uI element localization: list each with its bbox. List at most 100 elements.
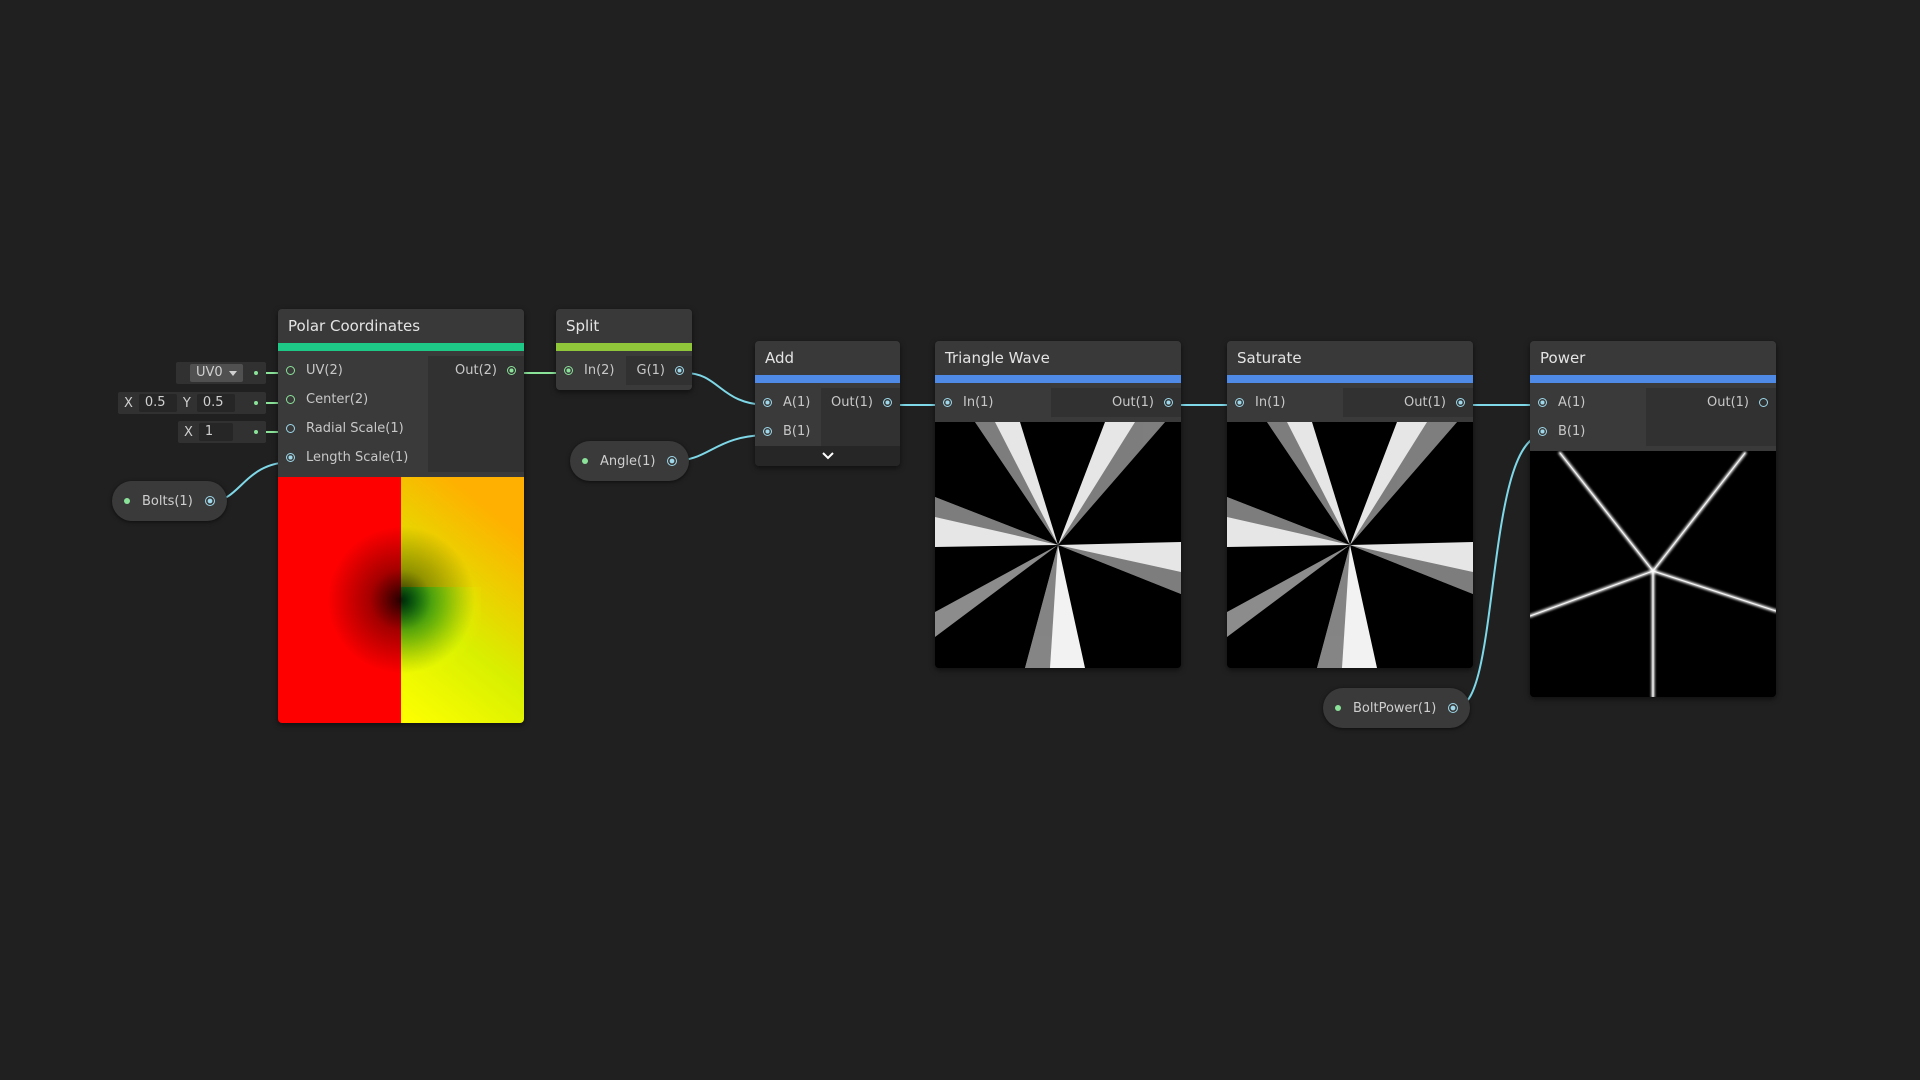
center-y-input[interactable]: 0.5 bbox=[196, 394, 235, 412]
port-a[interactable]: A(1) bbox=[755, 388, 821, 417]
expand-preview-button[interactable] bbox=[755, 446, 900, 466]
angle-output-port[interactable] bbox=[667, 456, 678, 466]
port-label: A(1) bbox=[783, 395, 811, 410]
port-out[interactable]: Out(2) bbox=[428, 356, 524, 385]
port-label: Radial Scale(1) bbox=[306, 421, 404, 436]
port-label: Out(1) bbox=[831, 395, 873, 410]
port-out[interactable]: Out(1) bbox=[1343, 388, 1473, 417]
port-label: B(1) bbox=[783, 424, 811, 439]
saturate-preview-image bbox=[1227, 422, 1473, 668]
input-port-icon[interactable] bbox=[943, 398, 952, 407]
input-port-icon[interactable] bbox=[763, 398, 772, 407]
port-label: B(1) bbox=[1558, 424, 1586, 439]
boltpower-property-node[interactable]: BoltPower(1) bbox=[1323, 688, 1471, 728]
port-in[interactable]: In(1) bbox=[935, 388, 1051, 417]
triangle-preview-image bbox=[935, 422, 1181, 668]
port-label: Out(1) bbox=[1112, 395, 1154, 410]
angle-property-node[interactable]: Angle(1) bbox=[570, 441, 690, 481]
uv-channel-value: UV0 bbox=[196, 365, 223, 380]
node-title[interactable]: Split bbox=[556, 309, 692, 343]
output-port-icon[interactable] bbox=[1759, 398, 1768, 407]
radial-scale-field[interactable]: X 1 bbox=[178, 421, 266, 443]
port-b[interactable]: B(1) bbox=[1530, 417, 1646, 446]
port-label: G(1) bbox=[636, 363, 666, 378]
property-indicator bbox=[582, 458, 588, 464]
input-port-icon[interactable] bbox=[1538, 398, 1547, 407]
port-label: Out(2) bbox=[455, 363, 497, 378]
triangle-preview bbox=[935, 422, 1181, 668]
input-port-icon[interactable] bbox=[286, 395, 295, 404]
output-port-icon[interactable] bbox=[675, 366, 684, 375]
triangle-wave-node[interactable]: Triangle Wave In(1) Out(1) bbox=[935, 341, 1181, 668]
input-port-icon[interactable] bbox=[286, 453, 295, 462]
uv-edge-dot bbox=[254, 371, 258, 375]
node-color-bar bbox=[1227, 375, 1473, 383]
property-indicator bbox=[1335, 705, 1341, 711]
boltpower-output-port[interactable] bbox=[1448, 703, 1459, 713]
port-label: Length Scale(1) bbox=[306, 450, 409, 465]
input-port-icon[interactable] bbox=[1235, 398, 1244, 407]
split-node[interactable]: Split In(2) G(1) bbox=[556, 309, 692, 390]
node-color-bar bbox=[556, 343, 692, 351]
bolts-label: Bolts(1) bbox=[142, 493, 193, 509]
port-label: Out(1) bbox=[1404, 395, 1446, 410]
input-port-icon[interactable] bbox=[286, 424, 295, 433]
radial-edge-dot bbox=[254, 430, 258, 434]
node-title[interactable]: Add bbox=[755, 341, 900, 375]
port-label: Out(1) bbox=[1707, 395, 1749, 410]
node-title[interactable]: Polar Coordinates bbox=[278, 309, 524, 343]
uv-channel-field[interactable]: UV0 bbox=[176, 362, 266, 384]
port-label: In(1) bbox=[963, 395, 994, 410]
node-color-bar bbox=[755, 375, 900, 383]
radial-x-input[interactable]: 1 bbox=[198, 423, 233, 441]
port-out[interactable]: Out(1) bbox=[1646, 388, 1776, 417]
port-a[interactable]: A(1) bbox=[1530, 388, 1646, 417]
bolts-property-node[interactable]: Bolts(1) bbox=[112, 481, 227, 521]
chevron-down-icon bbox=[821, 452, 834, 460]
saturate-node[interactable]: Saturate In(1) Out(1) bbox=[1227, 341, 1473, 668]
property-indicator bbox=[124, 498, 130, 504]
power-preview-image bbox=[1530, 451, 1776, 697]
node-title[interactable]: Saturate bbox=[1227, 341, 1473, 375]
input-port-icon[interactable] bbox=[286, 366, 295, 375]
power-node[interactable]: Power A(1) B(1) Out(1) bbox=[1530, 341, 1776, 697]
port-center[interactable]: Center(2) bbox=[278, 385, 428, 414]
port-label: A(1) bbox=[1558, 395, 1586, 410]
port-in[interactable]: In(1) bbox=[1227, 388, 1343, 417]
polar-preview bbox=[278, 477, 524, 723]
port-length-scale[interactable]: Length Scale(1) bbox=[278, 443, 428, 472]
power-preview bbox=[1530, 451, 1776, 697]
port-out[interactable]: Out(1) bbox=[1051, 388, 1181, 417]
angle-label: Angle(1) bbox=[600, 453, 656, 469]
polar-preview-image bbox=[278, 477, 524, 723]
bolts-output-port[interactable] bbox=[204, 496, 215, 506]
radial-x-label: X bbox=[184, 424, 193, 440]
port-b[interactable]: B(1) bbox=[755, 417, 821, 446]
polar-coordinates-node[interactable]: Polar Coordinates UV(2) Center(2) Radial… bbox=[278, 309, 524, 723]
output-port-icon[interactable] bbox=[1456, 398, 1465, 407]
center-x-input[interactable]: 0.5 bbox=[138, 394, 177, 412]
input-port-icon[interactable] bbox=[1538, 427, 1547, 436]
input-port-icon[interactable] bbox=[763, 427, 772, 436]
port-g[interactable]: G(1) bbox=[626, 356, 692, 385]
input-port-icon[interactable] bbox=[564, 366, 573, 375]
port-label: Center(2) bbox=[306, 392, 369, 407]
output-port-icon[interactable] bbox=[507, 366, 516, 375]
port-out[interactable]: Out(1) bbox=[821, 388, 900, 417]
port-radial-scale[interactable]: Radial Scale(1) bbox=[278, 414, 428, 443]
port-label: In(1) bbox=[1255, 395, 1286, 410]
node-title[interactable]: Power bbox=[1530, 341, 1776, 375]
dropdown-arrow-icon bbox=[228, 370, 237, 376]
port-in[interactable]: In(2) bbox=[556, 356, 626, 385]
output-port-icon[interactable] bbox=[1164, 398, 1173, 407]
add-node[interactable]: Add A(1) B(1) Out(1) bbox=[755, 341, 900, 466]
node-title[interactable]: Triangle Wave bbox=[935, 341, 1181, 375]
center-edge-dot bbox=[254, 401, 258, 405]
port-uv[interactable]: UV(2) bbox=[278, 356, 428, 385]
output-port-icon[interactable] bbox=[883, 398, 892, 407]
uv-channel-dropdown[interactable]: UV0 bbox=[190, 364, 243, 382]
port-label: In(2) bbox=[584, 363, 615, 378]
boltpower-label: BoltPower(1) bbox=[1353, 700, 1437, 716]
node-color-bar bbox=[1530, 375, 1776, 383]
center-vector-field[interactable]: X 0.5 Y 0.5 bbox=[118, 392, 266, 414]
